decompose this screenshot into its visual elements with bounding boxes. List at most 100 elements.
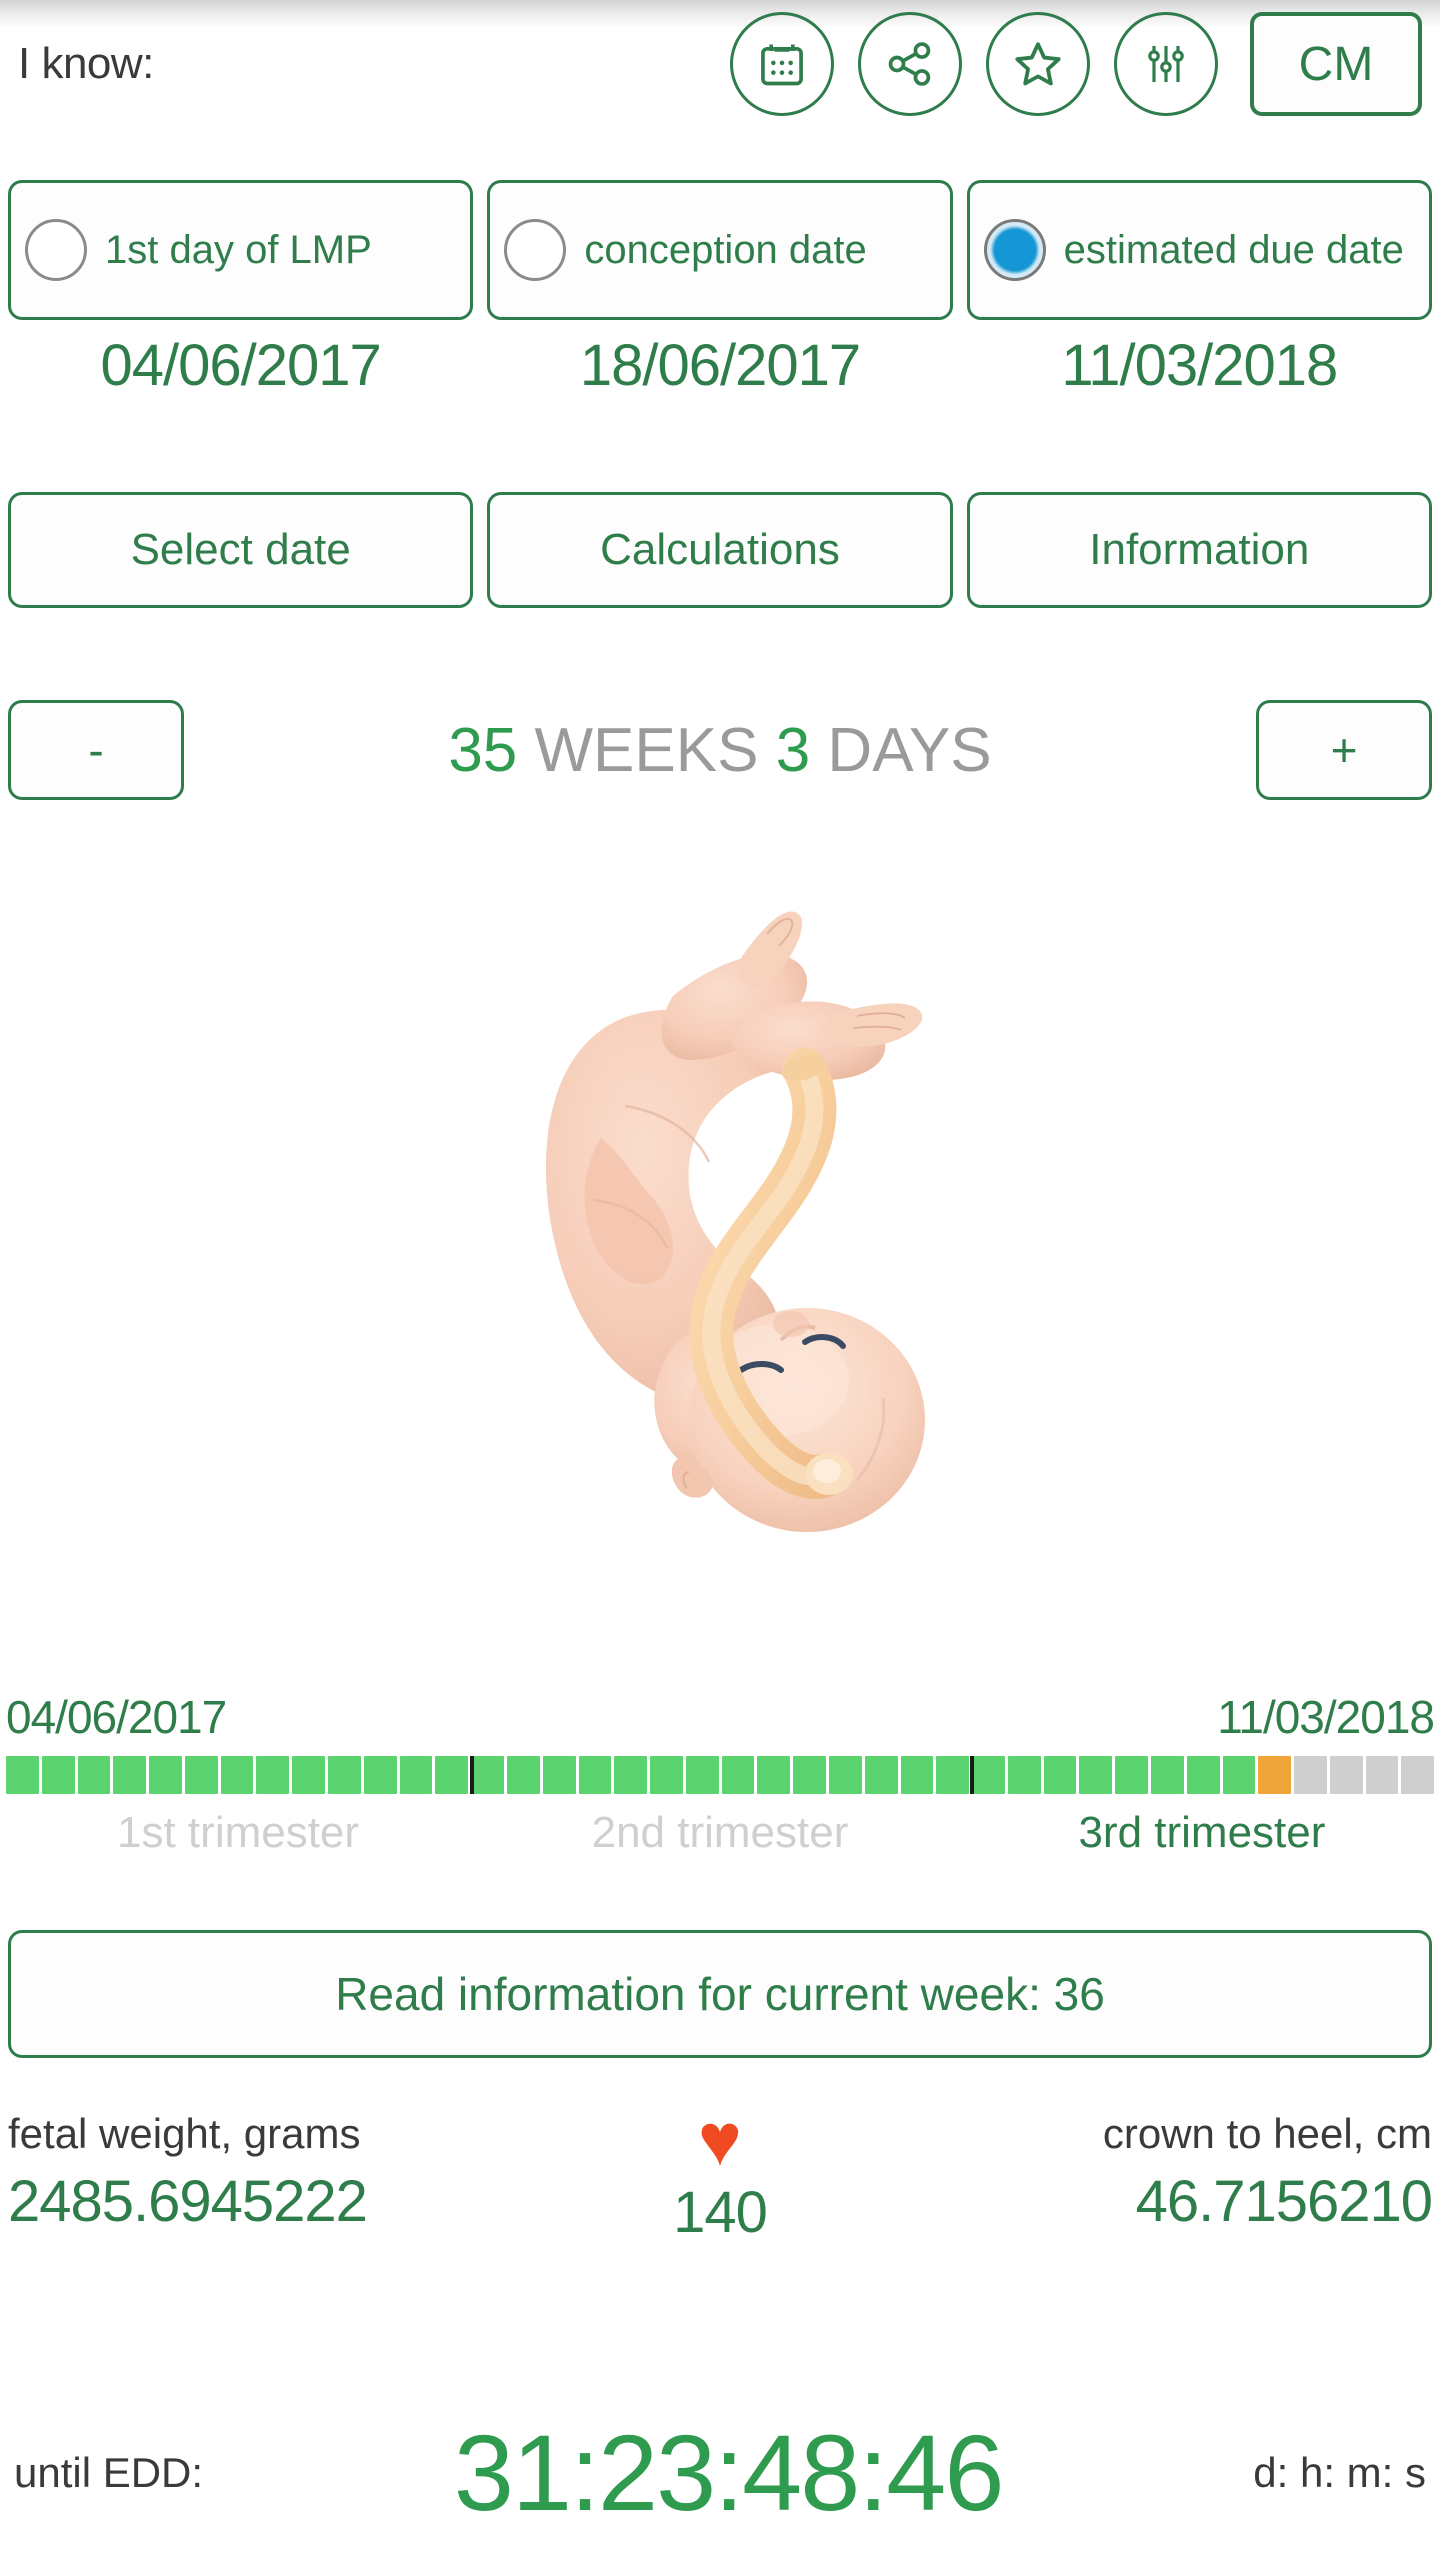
progress-segment (757, 1756, 791, 1794)
progress-segment (900, 1756, 934, 1794)
progress-segment (435, 1756, 469, 1794)
progress-segment (542, 1756, 576, 1794)
progress-segment (936, 1756, 970, 1794)
progress-segment (1365, 1756, 1399, 1794)
radio-label-edd: estimated due date (1063, 227, 1404, 272)
gestation-age-label: 35 WEEKS 3 DAYS (184, 715, 1256, 786)
progress-segment (828, 1756, 862, 1794)
i-know-label: I know: (18, 39, 154, 88)
calculations-button[interactable]: Calculations (487, 492, 953, 608)
input-mode-dates: 04/06/2017 18/06/2017 11/03/2018 (0, 332, 1440, 399)
progress-segment (1222, 1756, 1256, 1794)
progress-segment (506, 1756, 540, 1794)
timeline-end-date: 11/03/2018 (1217, 1691, 1435, 1743)
progress-segment (1186, 1756, 1220, 1794)
sliders-icon-button[interactable] (1114, 12, 1218, 116)
progress-segment (1151, 1756, 1184, 1794)
heart-icon: ♥ (698, 2098, 742, 2181)
radio-label-conception: conception date (584, 227, 867, 272)
trimester-label-2: 2nd trimester (591, 1808, 849, 1857)
progress-bar[interactable] (6, 1756, 1435, 1794)
radio-option-lmp[interactable]: 1st day of LMP (8, 180, 474, 320)
calendar-icon (756, 38, 808, 90)
progress-segment (1401, 1756, 1435, 1794)
countdown-units: d: h: m: s (1253, 2448, 1426, 2496)
trimester-labels: 1st trimester 2nd trimester 3rd trimeste… (6, 1808, 1434, 1858)
trimester-label-3: 3rd trimester (1078, 1808, 1326, 1857)
progress-segment (650, 1756, 683, 1794)
radio-dot-edd[interactable] (983, 219, 1046, 281)
progress-segment (1294, 1756, 1327, 1794)
fetus-illustration-area (0, 840, 1440, 1660)
progress-segment (1043, 1756, 1077, 1794)
radio-dot-lmp[interactable] (25, 219, 87, 281)
progress-segment (864, 1756, 898, 1794)
heart-rate-stat: ♥ 140 (483, 2098, 958, 2246)
progress-segment (1329, 1756, 1363, 1794)
progress-segment (471, 1756, 504, 1794)
progress-segment (113, 1756, 147, 1794)
unit-toggle-button[interactable]: CM (1250, 12, 1422, 116)
fetus-illustration (505, 900, 935, 1600)
fetal-weight-stat: fetal weight, grams 2485.6945222 (8, 2110, 483, 2246)
progress-segment (1258, 1756, 1292, 1794)
date-value-lmp[interactable]: 04/06/2017 (8, 332, 473, 399)
progress-segment (972, 1756, 1005, 1794)
progress-segment (1007, 1756, 1041, 1794)
fetal-stats-row: fetal weight, grams 2485.6945222 ♥ 140 c… (0, 2098, 1440, 2246)
pregnancy-timeline: 04/06/2017 11/03/2018 1st trimester 2nd … (0, 1690, 1440, 1858)
date-value-conception[interactable]: 18/06/2017 (487, 332, 952, 399)
sliders-icon (1142, 40, 1190, 88)
radio-dot-conception[interactable] (504, 219, 567, 281)
fetal-weight-label: fetal weight, grams (8, 2110, 361, 2157)
calendar-icon-button[interactable] (730, 12, 834, 116)
fetal-weight-value: 2485.6945222 (8, 2169, 368, 2234)
progress-segment (6, 1756, 39, 1794)
heart-rate-value: 140 (673, 2180, 768, 2246)
weeks-unit: WEEKS (534, 715, 759, 785)
days-unit: DAYS (827, 715, 992, 785)
countdown-row: until EDD: 31:23:48:46 d: h: m: s (0, 2410, 1440, 2535)
trimester-label-1: 1st trimester (117, 1808, 360, 1857)
progress-segment (1079, 1756, 1113, 1794)
radio-option-edd[interactable]: estimated due date (966, 180, 1432, 320)
pregnancy-calculator-screen: I know: CM 1st day of LMP conception dat… (0, 0, 1440, 2560)
read-week-information-button[interactable]: Read information for current week: 36 (8, 1930, 1432, 2058)
crown-to-heel-value: 46.7156210 (1135, 2169, 1433, 2234)
progress-segment (721, 1756, 755, 1794)
days-value: 3 (775, 715, 811, 785)
weeks-value: 35 (448, 715, 518, 785)
date-value-edd[interactable]: 11/03/2018 (967, 332, 1432, 399)
decrement-button[interactable]: - (8, 700, 184, 800)
progress-segment (220, 1756, 254, 1794)
progress-segment (578, 1756, 612, 1794)
trimester-divider (969, 1756, 974, 1794)
progress-segment (793, 1756, 826, 1794)
crown-to-heel-label: crown to heel, cm (1102, 2110, 1433, 2157)
star-icon (1011, 37, 1065, 91)
progress-segment (256, 1756, 290, 1794)
share-icon-button[interactable] (858, 12, 962, 116)
progress-segment (184, 1756, 218, 1794)
information-button[interactable]: Information (966, 492, 1432, 608)
timeline-start-date: 04/06/2017 (6, 1691, 227, 1743)
progress-segment (149, 1756, 182, 1794)
progress-segment (1115, 1756, 1148, 1794)
star-icon-button[interactable] (986, 12, 1090, 116)
trimester-divider (470, 1756, 475, 1794)
countdown-label: until EDD: (14, 2448, 204, 2496)
progress-segment (614, 1756, 648, 1794)
timeline-date-row: 04/06/2017 11/03/2018 (6, 1690, 1435, 1744)
radio-label-lmp: 1st day of LMP (105, 227, 372, 272)
radio-option-conception[interactable]: conception date (487, 180, 953, 320)
share-icon (884, 38, 936, 90)
progress-segment (77, 1756, 111, 1794)
gestation-stepper: - 35 WEEKS 3 DAYS + (0, 690, 1440, 810)
progress-segment (292, 1756, 326, 1794)
action-button-row: Select date Calculations Information (0, 492, 1440, 608)
increment-button[interactable]: + (1256, 700, 1432, 800)
input-mode-radio-group: 1st day of LMP conception date estimated… (0, 180, 1440, 320)
progress-segment (399, 1756, 433, 1794)
select-date-button[interactable]: Select date (8, 492, 474, 608)
progress-segment (685, 1756, 719, 1794)
